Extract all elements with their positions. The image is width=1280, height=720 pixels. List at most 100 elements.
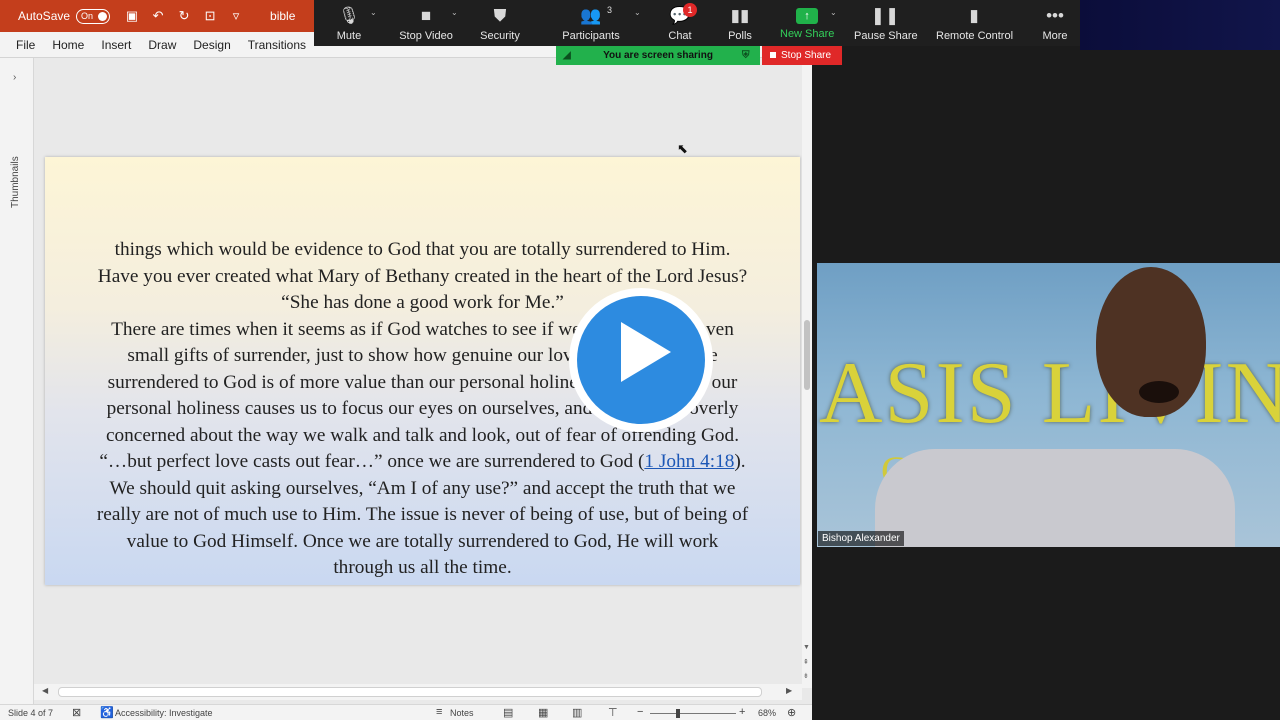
fit-to-window-icon[interactable]: ⊕ bbox=[787, 706, 796, 719]
zoom-meeting-toolbar: 🎙 Mute ⌄ ■ Stop Video ⌄ ⛊ Security 👥 Partici… bbox=[314, 0, 1080, 46]
security-button[interactable]: ⛊ Security bbox=[480, 0, 520, 46]
share-options-caret-icon[interactable]: ⌄ bbox=[830, 8, 837, 17]
tab-insert[interactable]: Insert bbox=[101, 38, 131, 52]
play-icon bbox=[621, 322, 671, 382]
bar-chart-icon: ▮▮ bbox=[730, 6, 750, 25]
scroll-left-icon[interactable]: ◀ bbox=[42, 686, 48, 695]
zoom-slider-thumb[interactable] bbox=[676, 709, 680, 718]
screen-sharing-banner[interactable]: ◢ You are screen sharing ⛨ bbox=[556, 46, 760, 65]
zoom-in-icon[interactable]: + bbox=[739, 706, 745, 718]
slide-counter: Slide 4 of 7 bbox=[8, 708, 54, 718]
slide-sorter-icon[interactable]: ▦ bbox=[538, 706, 548, 719]
slide-line: concerned about the way we walk and talk… bbox=[105, 424, 740, 446]
thumbnails-pane[interactable]: › Thumbnails bbox=[0, 58, 34, 704]
redo-icon[interactable]: ↻ bbox=[176, 8, 192, 24]
video-options-caret-icon[interactable]: ⌄ bbox=[451, 8, 458, 17]
zoom-slider[interactable] bbox=[650, 713, 736, 714]
security-label: Security bbox=[480, 30, 520, 42]
file-name: bible bbox=[270, 9, 296, 23]
mouse-icon: ▮ bbox=[969, 6, 979, 25]
speaker-mouth bbox=[1139, 381, 1179, 403]
slide-line: things which would be evidence to God th… bbox=[114, 239, 731, 260]
autosave-state: On bbox=[81, 11, 94, 21]
vertical-scroll-thumb[interactable] bbox=[804, 320, 810, 390]
participant-name-tag: Bishop Alexander bbox=[818, 531, 904, 546]
prev-slide-icon[interactable]: ⇞ bbox=[803, 658, 809, 666]
screen-sharing-text: You are screen sharing bbox=[603, 50, 713, 61]
toggle-knob bbox=[98, 11, 108, 21]
stop-share-button[interactable]: Stop Share bbox=[762, 46, 842, 65]
horizontal-scroll-thumb[interactable] bbox=[58, 687, 762, 697]
slide-line: Have you ever created what Mary of Betha… bbox=[97, 265, 748, 287]
tab-design[interactable]: Design bbox=[193, 38, 230, 52]
new-share-label: New Share bbox=[780, 28, 835, 40]
normal-view-icon[interactable]: ▤ bbox=[503, 706, 513, 719]
horizontal-scrollbar[interactable]: ◀ ▶ bbox=[34, 684, 802, 700]
participants-count: 3 bbox=[607, 5, 613, 15]
autosave-label: AutoSave bbox=[18, 9, 71, 23]
status-bar: Slide 4 of 7 ⊠ ♿ Accessibility: Investig… bbox=[0, 704, 812, 720]
mute-button[interactable]: 🎙 Mute bbox=[334, 0, 364, 46]
scroll-right-icon[interactable]: ▶ bbox=[786, 686, 792, 695]
pause-share-label: Pause Share bbox=[854, 30, 918, 42]
more-button[interactable]: ••• More bbox=[1040, 0, 1070, 46]
slide-line: “…but perfect love casts out fear…” once… bbox=[49, 449, 796, 476]
polls-button[interactable]: ▮▮ Polls bbox=[726, 0, 754, 46]
scroll-down-icon[interactable]: ▼ bbox=[803, 644, 810, 651]
participants-caret-icon[interactable]: ⌄ bbox=[634, 8, 641, 17]
slide-line: We should quit asking ourselves, “Am I o… bbox=[109, 477, 736, 499]
thumbnails-label[interactable]: Thumbnails bbox=[10, 156, 21, 208]
customize-icon[interactable]: ▿ bbox=[228, 8, 244, 24]
slide-line: through us all the time. bbox=[333, 557, 512, 578]
share-arrow-icon: ↑ bbox=[796, 8, 818, 24]
camera-icon: ■ bbox=[420, 6, 432, 25]
pause-share-button[interactable]: ❚❚ Pause Share bbox=[854, 0, 918, 46]
accessibility-status[interactable]: Accessibility: Investigate bbox=[115, 708, 213, 718]
slide-line: really are not of much use to Him. The i… bbox=[96, 504, 749, 525]
slideshow-icon[interactable]: ⊤ bbox=[608, 706, 618, 719]
save-icon[interactable]: ▣ bbox=[124, 8, 140, 24]
stop-share-label: Stop Share bbox=[781, 50, 832, 61]
next-slide-icon[interactable]: ⇟ bbox=[803, 672, 809, 680]
speaker-shirt bbox=[875, 449, 1235, 547]
reading-view-icon[interactable]: ▥ bbox=[572, 706, 582, 719]
mouse-cursor-icon: ⬉ bbox=[677, 141, 688, 156]
play-button[interactable] bbox=[569, 288, 713, 432]
remote-control-label: Remote Control bbox=[936, 30, 1014, 42]
shield-check-icon: ⛨ bbox=[742, 50, 750, 61]
shield-icon: ⛊ bbox=[493, 6, 507, 25]
tab-home[interactable]: Home bbox=[52, 38, 84, 52]
participant-video[interactable]: ASIS LIVIN WA CHR bbox=[817, 263, 1280, 547]
window-edge bbox=[1080, 0, 1280, 50]
pause-icon: ❚❚ bbox=[870, 6, 900, 25]
tab-transitions[interactable]: Transitions bbox=[248, 38, 306, 52]
chat-unread-badge: 1 bbox=[683, 3, 697, 17]
tab-file[interactable]: File bbox=[16, 38, 35, 52]
slide-line: value to God Himself. Once we are totall… bbox=[126, 530, 719, 552]
mute-options-caret-icon[interactable]: ⌄ bbox=[370, 8, 377, 17]
present-icon[interactable]: ⊡ bbox=[202, 8, 218, 24]
mute-label: Mute bbox=[336, 30, 362, 42]
zoom-level[interactable]: 68% bbox=[758, 708, 776, 718]
stop-video-button[interactable]: ■ Stop Video bbox=[398, 0, 454, 46]
participants-label: Participants bbox=[562, 30, 620, 42]
video-background-text: ASIS LIVIN WA bbox=[819, 345, 1280, 442]
scripture-link[interactable]: 1 John 4:18 bbox=[644, 451, 734, 472]
slide-line-text: ). bbox=[734, 451, 746, 472]
notes-icon[interactable]: ≡ bbox=[436, 706, 442, 718]
autosave-toggle[interactable]: On bbox=[76, 8, 111, 24]
notes-button[interactable]: Notes bbox=[450, 708, 474, 718]
accessibility-icon[interactable]: ♿ bbox=[100, 706, 114, 719]
more-label: More bbox=[1042, 30, 1068, 42]
ellipsis-icon: ••• bbox=[1046, 6, 1064, 25]
undo-icon[interactable]: ↶ bbox=[150, 8, 166, 24]
chat-label: Chat bbox=[668, 30, 692, 42]
spellcheck-icon[interactable]: ⊠ bbox=[72, 706, 81, 719]
new-share-button[interactable]: ↑ New Share bbox=[780, 0, 834, 46]
expand-chevron-icon[interactable]: › bbox=[13, 72, 16, 83]
remote-control-button[interactable]: ▮ Remote Control bbox=[936, 0, 1014, 46]
polls-label: Polls bbox=[728, 30, 752, 42]
vertical-scrollbar[interactable]: ▲ ▼ ⇞ ⇟ bbox=[802, 58, 812, 688]
zoom-out-icon[interactable]: − bbox=[637, 706, 643, 718]
tab-draw[interactable]: Draw bbox=[148, 38, 176, 52]
